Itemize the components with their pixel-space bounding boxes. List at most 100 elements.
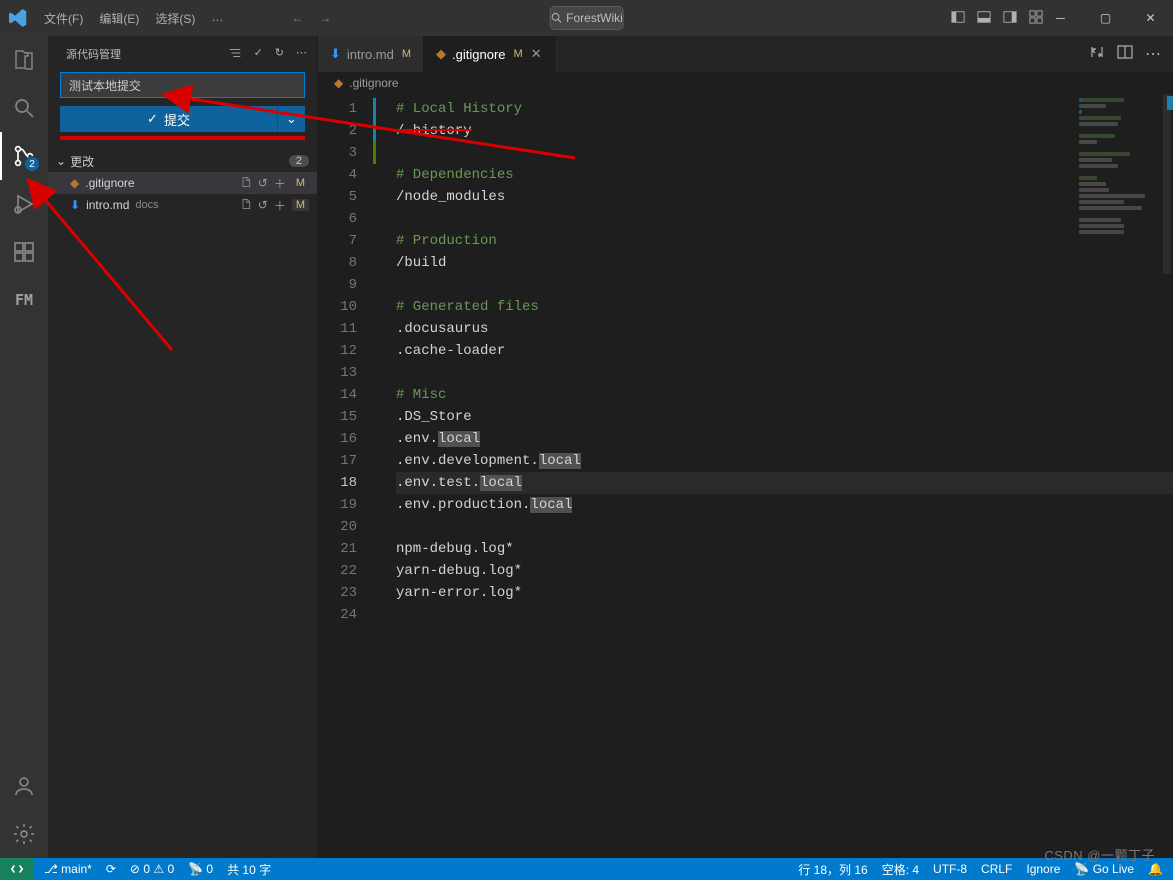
status-branch[interactable]: ⎇ main* [44,862,92,876]
menu-select[interactable]: 选择(S) [147,4,203,33]
refresh-icon[interactable]: ↻ [275,46,284,63]
close-icon[interactable]: ✕ [531,46,542,62]
status-badge: M [400,48,411,60]
annotation-red-underline [60,136,305,140]
editor-area: ⬇ intro.md M ◆ .gitignore M ✕ ⋯ ◆ .gitig… [318,36,1173,858]
scm-file-row[interactable]: ⬇ intro.md docs ↺ ＋ M [48,194,317,216]
file-name: .gitignore [85,176,134,190]
tab-label: intro.md [347,47,394,62]
scrollbar[interactable] [1159,94,1173,858]
window-controls: ─ ▢ ✕ [1038,0,1173,36]
layout-toggle-sidebar-icon[interactable] [951,10,965,27]
commit-button[interactable]: ✓ 提交 [60,106,277,132]
diamond-icon: ◆ [334,76,343,90]
status-badge: M [512,48,523,60]
tab-bar: ⬇ intro.md M ◆ .gitignore M ✕ ⋯ [318,36,1173,72]
breadcrumb-file: .gitignore [349,76,398,90]
file-name: intro.md [86,198,129,212]
tab-intro-md[interactable]: ⬇ intro.md M [318,36,424,72]
compare-icon[interactable] [1089,44,1105,65]
view-mode-icon[interactable] [228,46,242,63]
changes-header[interactable]: ⌄ 更改 2 [48,150,317,172]
status-sync[interactable]: ⟳ [106,862,116,876]
activity-scm-icon[interactable]: 2 [0,132,48,180]
diamond-icon: ◆ [70,176,79,190]
layout-toggle-panel-icon[interactable] [977,10,991,27]
tab-gitignore[interactable]: ◆ .gitignore M ✕ [424,36,555,72]
activity-explorer-icon[interactable] [0,36,48,84]
scm-title: 源代码管理 [66,46,228,62]
commit-dropdown[interactable]: ⌄ [277,106,305,132]
status-encoding[interactable]: UTF-8 [933,862,967,876]
discard-icon[interactable]: ↺ [258,176,268,190]
activity-settings-icon[interactable] [0,810,48,858]
menu-items: 文件(F) 编辑(E) 选择(S) … [36,4,231,33]
discard-icon[interactable]: ↺ [258,198,268,212]
chevron-down-icon: ⌄ [56,154,66,168]
status-badge: M [292,177,309,189]
scm-file-row[interactable]: ◆ .gitignore ↺ ＋ M [48,172,317,194]
global-search-text: ForestWiki [566,11,623,25]
layout-toggle-right-icon[interactable] [1003,10,1017,27]
title-bar: 文件(F) 编辑(E) 选择(S) … ← → ForestWiki ─ ▢ ✕ [0,0,1173,36]
status-golive[interactable]: 📡 Go Live [1074,862,1134,876]
changes-count: 2 [289,155,309,167]
split-editor-icon[interactable] [1117,44,1133,65]
file-dir: docs [135,199,158,211]
markdown-icon: ⬇ [330,46,341,62]
status-eol[interactable]: CRLF [981,862,1012,876]
maximize-button[interactable]: ▢ [1083,0,1128,36]
close-button[interactable]: ✕ [1128,0,1173,36]
commit-button-label: 提交 [164,110,190,129]
menu-file[interactable]: 文件(F) [36,4,91,33]
scm-badge: 2 [24,156,40,172]
activity-bar: 2 FM [0,36,48,858]
activity-extensions-icon[interactable] [0,228,48,276]
tab-label: .gitignore [452,47,505,62]
menu-more[interactable]: … [203,4,231,33]
scm-more-icon[interactable]: ⋯ [296,46,307,63]
commit-check-icon[interactable]: ✓ [254,46,263,63]
check-icon: ✓ [147,111,158,127]
status-notifications-icon[interactable]: 🔔 [1148,862,1163,876]
line-gutter: 123456789101112131415161718192021222324 [318,94,373,858]
activity-account-icon[interactable] [0,762,48,810]
activity-search-icon[interactable] [0,84,48,132]
scm-header: 源代码管理 ✓ ↻ ⋯ [48,36,317,72]
markdown-icon: ⬇ [70,198,80,212]
vscode-logo-icon [0,9,36,27]
scm-panel: 源代码管理 ✓ ↻ ⋯ ✓ 提交 ⌄ ⌄ 更改 2 ◆ .gitign [48,36,318,858]
stage-icon[interactable]: ＋ [274,197,286,214]
activity-fm-icon[interactable]: FM [0,276,48,324]
breadcrumb[interactable]: ◆ .gitignore [318,72,1173,94]
status-badge: M [292,199,309,211]
remote-indicator[interactable] [0,858,34,880]
status-bar: ⎇ main* ⟳ ⊘ 0 ⚠ 0 📡 0 共 10 字 行 18，列 16 空… [0,858,1173,880]
status-lang[interactable]: Ignore [1026,862,1060,876]
diff-marker [1167,96,1173,110]
status-spaces[interactable]: 空格: 4 [882,861,919,878]
stage-icon[interactable]: ＋ [274,175,286,192]
layout-icons [951,10,1043,27]
editor-more-icon[interactable]: ⋯ [1145,44,1161,64]
scrollbar-thumb[interactable] [1163,94,1171,274]
changes-label: 更改 [70,153,94,170]
open-file-icon[interactable] [240,176,252,191]
commit-message-input[interactable] [60,72,305,98]
activity-debug-icon[interactable] [0,180,48,228]
main: 2 FM 源代码管理 ✓ ↻ ⋯ [0,36,1173,858]
menu-edit[interactable]: 编辑(E) [91,4,147,33]
nav-back-icon[interactable]: ← [291,11,303,25]
diamond-icon: ◆ [436,46,446,62]
status-ln-col[interactable]: 行 18，列 16 [798,861,867,878]
code-content[interactable]: # Local History/.history# Dependencies/n… [376,94,1173,858]
status-wordcount[interactable]: 共 10 字 [227,861,271,878]
status-problems[interactable]: ⊘ 0 ⚠ 0 [130,862,174,876]
nav-forward-icon[interactable]: → [319,11,331,25]
nav-arrows: ← → [291,11,331,25]
editor-body[interactable]: 123456789101112131415161718192021222324 … [318,94,1173,858]
open-file-icon[interactable] [240,198,252,213]
global-search[interactable]: ForestWiki [549,6,624,30]
minimize-button[interactable]: ─ [1038,0,1083,36]
status-port[interactable]: 📡 0 [188,862,213,876]
